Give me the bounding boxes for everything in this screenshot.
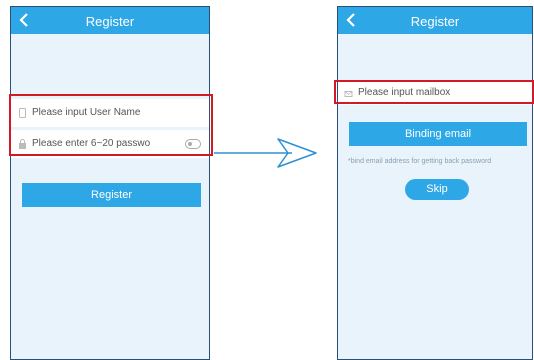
highlight-box-mailbox bbox=[334, 80, 534, 104]
register-screen: Register Please input User Name Please e… bbox=[10, 6, 210, 360]
binding-screen: Register Please input mailbox Binding em… bbox=[337, 6, 533, 360]
right-arrow-icon bbox=[214, 138, 317, 168]
page-title: Register bbox=[85, 14, 135, 29]
binding-hint: *bind email address for getting back pas… bbox=[348, 158, 492, 165]
top-bar: Register bbox=[338, 7, 532, 34]
skip-button[interactable]: Skip bbox=[405, 179, 469, 200]
register-button[interactable]: Register bbox=[22, 183, 201, 207]
page-title: Register bbox=[410, 14, 460, 29]
top-bar: Register bbox=[11, 7, 209, 34]
binding-email-button[interactable]: Binding email bbox=[349, 122, 527, 146]
highlight-box-credentials bbox=[9, 94, 213, 156]
